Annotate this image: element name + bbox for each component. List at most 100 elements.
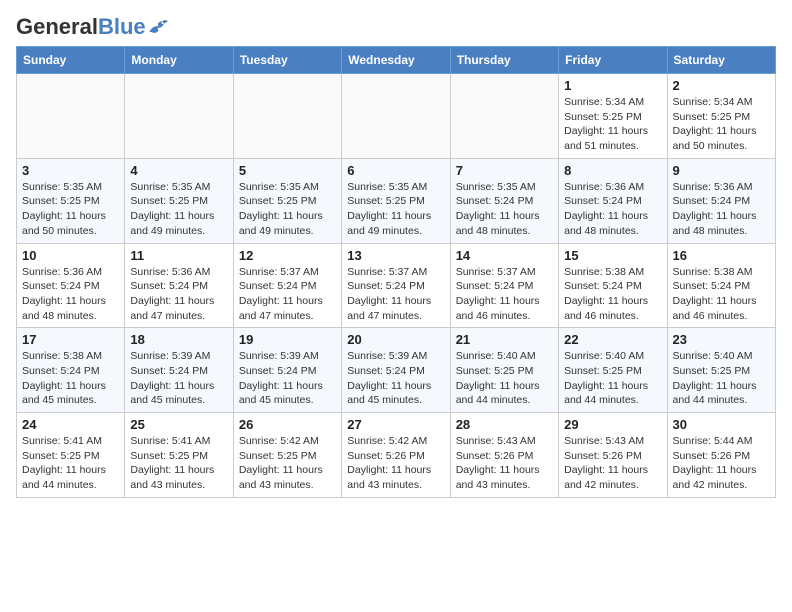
logo-general: GeneralBlue	[16, 16, 146, 38]
calendar-cell: 22Sunrise: 5:40 AM Sunset: 5:25 PM Dayli…	[559, 328, 667, 413]
day-info: Sunrise: 5:41 AM Sunset: 5:25 PM Dayligh…	[130, 434, 227, 493]
day-number: 3	[22, 163, 119, 178]
day-info: Sunrise: 5:36 AM Sunset: 5:24 PM Dayligh…	[130, 265, 227, 324]
day-number: 13	[347, 248, 444, 263]
weekday-header-saturday: Saturday	[667, 47, 775, 74]
calendar-table: SundayMondayTuesdayWednesdayThursdayFrid…	[16, 46, 776, 498]
calendar-week-row: 10 Sunrise: 5:36 AM Sunset: 5:24 PM Dayli…	[17, 243, 776, 328]
day-number: 28	[456, 417, 553, 432]
calendar-cell: 1 Sunrise: 5:34 AM Sunset: 5:25 PM Daylig…	[559, 74, 667, 159]
day-number: 16	[673, 248, 770, 263]
day-info: Sunrise: 5:38 AM Sunset: 5:24 PM Dayligh…	[22, 349, 119, 408]
day-info: Sunrise: 5:35 AM Sunset: 5:25 PM Dayligh…	[239, 180, 336, 239]
day-number: 30	[673, 417, 770, 432]
day-info: Sunrise: 5:35 AM Sunset: 5:25 PM Dayligh…	[347, 180, 444, 239]
weekday-header-thursday: Thursday	[450, 47, 558, 74]
calendar-cell: 19 Sunrise: 5:39 AM Sunset: 5:24 PM Dayli…	[233, 328, 341, 413]
day-info: Sunrise: 5:40 AM Sunset: 5:25 PM Dayligh…	[564, 349, 661, 408]
calendar-cell: 5Sunrise: 5:35 AM Sunset: 5:25 PM Daylig…	[233, 158, 341, 243]
day-number: 27	[347, 417, 444, 432]
day-info: Sunrise: 5:35 AM Sunset: 5:25 PM Dayligh…	[22, 180, 119, 239]
calendar-cell: 8 Sunrise: 5:36 AM Sunset: 5:24 PM Daylig…	[559, 158, 667, 243]
logo: GeneralBlue	[16, 16, 168, 38]
day-info: Sunrise: 5:39 AM Sunset: 5:24 PM Dayligh…	[130, 349, 227, 408]
calendar-cell: 18 Sunrise: 5:39 AM Sunset: 5:24 PM Dayli…	[125, 328, 233, 413]
page-header: GeneralBlue	[16, 16, 776, 38]
calendar-cell: 4 Sunrise: 5:35 AM Sunset: 5:25 PM Daylig…	[125, 158, 233, 243]
day-info: Sunrise: 5:34 AM Sunset: 5:25 PM Dayligh…	[564, 95, 661, 154]
calendar-cell: 21 Sunrise: 5:40 AM Sunset: 5:25 PM Dayli…	[450, 328, 558, 413]
weekday-header-tuesday: Tuesday	[233, 47, 341, 74]
calendar-cell: 2Sunrise: 5:34 AM Sunset: 5:25 PM Daylig…	[667, 74, 775, 159]
calendar-cell: 17 Sunrise: 5:38 AM Sunset: 5:24 PM Dayli…	[17, 328, 125, 413]
weekday-header-monday: Monday	[125, 47, 233, 74]
day-info: Sunrise: 5:36 AM Sunset: 5:24 PM Dayligh…	[673, 180, 770, 239]
day-number: 10	[22, 248, 119, 263]
day-number: 14	[456, 248, 553, 263]
day-info: Sunrise: 5:39 AM Sunset: 5:24 PM Dayligh…	[239, 349, 336, 408]
day-number: 26	[239, 417, 336, 432]
day-info: Sunrise: 5:37 AM Sunset: 5:24 PM Dayligh…	[456, 265, 553, 324]
calendar-cell: 27 Sunrise: 5:42 AM Sunset: 5:26 PM Dayli…	[342, 413, 450, 498]
day-info: Sunrise: 5:36 AM Sunset: 5:24 PM Dayligh…	[22, 265, 119, 324]
calendar-cell: 12 Sunrise: 5:37 AM Sunset: 5:24 PM Dayli…	[233, 243, 341, 328]
day-number: 19	[239, 332, 336, 347]
day-number: 25	[130, 417, 227, 432]
calendar-cell: 13 Sunrise: 5:37 AM Sunset: 5:24 PM Dayli…	[342, 243, 450, 328]
day-info: Sunrise: 5:40 AM Sunset: 5:25 PM Dayligh…	[673, 349, 770, 408]
day-number: 9	[673, 163, 770, 178]
calendar-cell	[233, 74, 341, 159]
calendar-week-row: 3 Sunrise: 5:35 AM Sunset: 5:25 PM Daylig…	[17, 158, 776, 243]
day-number: 18	[130, 332, 227, 347]
day-number: 21	[456, 332, 553, 347]
day-info: Sunrise: 5:40 AM Sunset: 5:25 PM Dayligh…	[456, 349, 553, 408]
day-info: Sunrise: 5:35 AM Sunset: 5:25 PM Dayligh…	[130, 180, 227, 239]
calendar-week-row: 17 Sunrise: 5:38 AM Sunset: 5:24 PM Dayli…	[17, 328, 776, 413]
calendar-cell	[17, 74, 125, 159]
calendar-cell: 20 Sunrise: 5:39 AM Sunset: 5:24 PM Dayli…	[342, 328, 450, 413]
calendar-cell: 6 Sunrise: 5:35 AM Sunset: 5:25 PM Daylig…	[342, 158, 450, 243]
calendar-cell: 14 Sunrise: 5:37 AM Sunset: 5:24 PM Dayli…	[450, 243, 558, 328]
day-info: Sunrise: 5:39 AM Sunset: 5:24 PM Dayligh…	[347, 349, 444, 408]
day-info: Sunrise: 5:43 AM Sunset: 5:26 PM Dayligh…	[456, 434, 553, 493]
calendar-cell: 29 Sunrise: 5:43 AM Sunset: 5:26 PM Dayli…	[559, 413, 667, 498]
day-number: 6	[347, 163, 444, 178]
day-number: 8	[564, 163, 661, 178]
day-info: Sunrise: 5:37 AM Sunset: 5:24 PM Dayligh…	[347, 265, 444, 324]
calendar-cell: 25 Sunrise: 5:41 AM Sunset: 5:25 PM Dayli…	[125, 413, 233, 498]
calendar-cell: 26 Sunrise: 5:42 AM Sunset: 5:25 PM Dayli…	[233, 413, 341, 498]
calendar-cell: 30 Sunrise: 5:44 AM Sunset: 5:26 PM Dayli…	[667, 413, 775, 498]
day-info: Sunrise: 5:38 AM Sunset: 5:24 PM Dayligh…	[673, 265, 770, 324]
calendar-cell: 9 Sunrise: 5:36 AM Sunset: 5:24 PM Daylig…	[667, 158, 775, 243]
calendar-cell	[450, 74, 558, 159]
calendar-cell	[342, 74, 450, 159]
day-info: Sunrise: 5:36 AM Sunset: 5:24 PM Dayligh…	[564, 180, 661, 239]
weekday-header-friday: Friday	[559, 47, 667, 74]
day-info: Sunrise: 5:42 AM Sunset: 5:25 PM Dayligh…	[239, 434, 336, 493]
day-info: Sunrise: 5:44 AM Sunset: 5:26 PM Dayligh…	[673, 434, 770, 493]
day-number: 23	[673, 332, 770, 347]
day-number: 4	[130, 163, 227, 178]
calendar-cell: 11Sunrise: 5:36 AM Sunset: 5:24 PM Dayli…	[125, 243, 233, 328]
calendar-week-row: 1 Sunrise: 5:34 AM Sunset: 5:25 PM Daylig…	[17, 74, 776, 159]
day-number: 29	[564, 417, 661, 432]
calendar-cell: 7 Sunrise: 5:35 AM Sunset: 5:24 PM Daylig…	[450, 158, 558, 243]
day-number: 7	[456, 163, 553, 178]
day-info: Sunrise: 5:43 AM Sunset: 5:26 PM Dayligh…	[564, 434, 661, 493]
weekday-header-wednesday: Wednesday	[342, 47, 450, 74]
day-number: 2	[673, 78, 770, 93]
day-info: Sunrise: 5:35 AM Sunset: 5:24 PM Dayligh…	[456, 180, 553, 239]
day-number: 1	[564, 78, 661, 93]
calendar-cell: 23 Sunrise: 5:40 AM Sunset: 5:25 PM Dayli…	[667, 328, 775, 413]
calendar-cell: 3 Sunrise: 5:35 AM Sunset: 5:25 PM Daylig…	[17, 158, 125, 243]
calendar-week-row: 24 Sunrise: 5:41 AM Sunset: 5:25 PM Dayli…	[17, 413, 776, 498]
day-number: 12	[239, 248, 336, 263]
day-number: 20	[347, 332, 444, 347]
logo-bird-icon	[148, 19, 168, 35]
day-number: 24	[22, 417, 119, 432]
day-info: Sunrise: 5:37 AM Sunset: 5:24 PM Dayligh…	[239, 265, 336, 324]
day-info: Sunrise: 5:42 AM Sunset: 5:26 PM Dayligh…	[347, 434, 444, 493]
day-number: 15	[564, 248, 661, 263]
day-number: 17	[22, 332, 119, 347]
day-info: Sunrise: 5:41 AM Sunset: 5:25 PM Dayligh…	[22, 434, 119, 493]
